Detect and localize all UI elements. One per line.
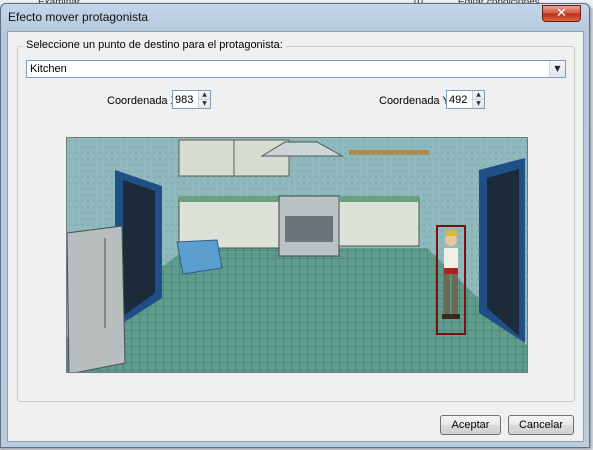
coordinate-x-label: Coordenada X [107, 95, 178, 107]
coordinate-x-input[interactable] [173, 91, 198, 108]
kitchen-scene-preview[interactable] [66, 137, 528, 373]
close-button[interactable]: ✕ [542, 5, 581, 22]
coordinate-y-spinner: ▲ ▼ [446, 90, 485, 109]
coordinate-x-increment[interactable]: ▲ [199, 91, 210, 100]
coordinate-y-input[interactable] [447, 91, 472, 108]
coordinate-x-decrement[interactable]: ▼ [199, 100, 210, 108]
close-icon: ✕ [556, 6, 567, 21]
triangle-up-icon: ▲ [202, 91, 207, 98]
triangle-down-icon: ▼ [202, 100, 207, 107]
title-bar[interactable]: Efecto mover protagonista ✕ [1, 4, 589, 31]
destination-group: Seleccione un punto de destino para el p… [17, 39, 575, 402]
coordinate-y-increment[interactable]: ▲ [473, 91, 484, 100]
dialog-client-area: Seleccione un punto de destino para el p… [7, 31, 584, 442]
cancel-button[interactable]: Cancelar [508, 415, 574, 435]
destination-selected-value: Kitchen [30, 63, 67, 75]
coordinate-x-spinner: ▲ ▼ [172, 90, 211, 109]
dialog-window: Efecto mover protagonista ✕ Seleccione u… [0, 3, 590, 448]
accept-button[interactable]: Aceptar [440, 415, 501, 435]
coordinate-y-decrement[interactable]: ▼ [473, 100, 484, 108]
group-legend: Seleccione un punto de destino para el p… [23, 39, 286, 51]
triangle-down-icon: ▼ [476, 100, 481, 107]
destination-select[interactable]: Kitchen ▼ [26, 60, 566, 78]
triangle-up-icon: ▲ [476, 91, 481, 98]
destination-dropdown-button[interactable]: ▼ [549, 61, 565, 77]
window-title: Efecto mover protagonista [8, 10, 149, 24]
chevron-down-icon: ▼ [554, 64, 561, 73]
coordinate-y-label: Coordenada Y [379, 95, 450, 107]
kitchen-scene-image [67, 138, 527, 372]
